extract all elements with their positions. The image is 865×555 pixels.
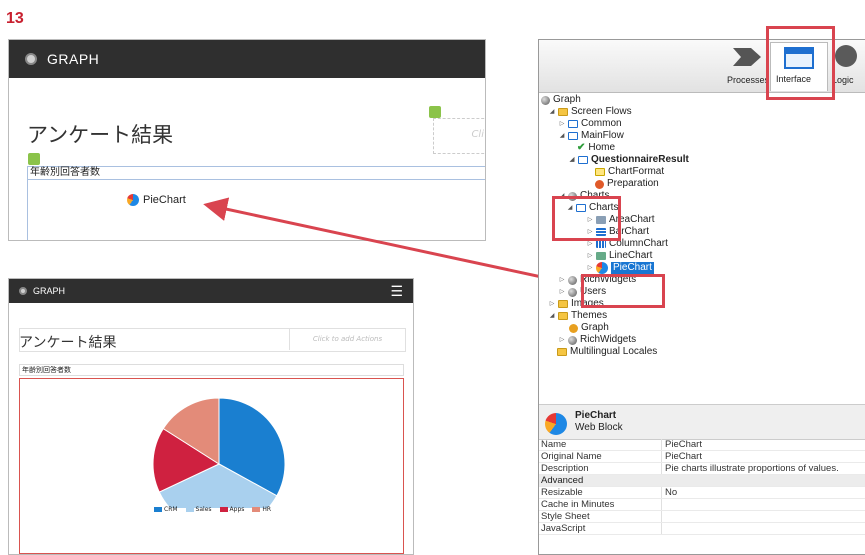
pie-chart-icon [596, 262, 608, 274]
tree-item-theme-richwidgets[interactable]: ▷ RichWidgets [539, 334, 689, 346]
globe-icon [568, 275, 577, 285]
preparation-icon [595, 179, 604, 189]
tree-item-mainflow[interactable]: ◢ MainFlow [539, 130, 689, 142]
tree-item-questionnaireresult[interactable]: ◢ QuestionnaireResult [539, 154, 689, 166]
folder-icon [558, 108, 568, 116]
expanded-icon[interactable]: ◢ [549, 310, 555, 322]
theme-icon [569, 323, 578, 333]
collapsed-icon[interactable]: ▷ [559, 334, 565, 346]
highlight-interface-tab [766, 26, 835, 100]
tab-label: Processes [727, 75, 770, 85]
collapsed-icon[interactable]: ▷ [559, 118, 565, 130]
folder-icon [558, 312, 568, 320]
flow-icon [568, 132, 578, 140]
tree-item-graph[interactable]: Graph [539, 94, 689, 106]
expanded-icon[interactable]: ◢ [569, 154, 575, 166]
tree-item-preparation[interactable]: Preparation [539, 178, 689, 190]
check-icon: ✔ [577, 142, 586, 153]
folder-icon [558, 300, 568, 308]
properties-subtitle: Web Block [575, 422, 623, 433]
pie-chart-icon [545, 413, 567, 435]
processes-icon [733, 48, 761, 66]
tree-item-theme-graph[interactable]: Graph [539, 322, 689, 334]
properties-header: PieChart Web Block [539, 404, 865, 440]
collapsed-icon[interactable]: ▷ [559, 286, 565, 298]
column-chart-icon [596, 240, 606, 248]
tree-item-common[interactable]: ▷ Common [539, 118, 689, 130]
flow-icon [568, 120, 578, 128]
property-row[interactable]: Original Name PieChart [539, 451, 865, 463]
tree-item-multilingual[interactable]: Multilingual Locales [539, 346, 689, 358]
expanded-icon[interactable]: ◢ [559, 130, 565, 142]
highlight-piechart [581, 274, 665, 308]
tab-processes[interactable]: Processes [709, 44, 770, 90]
property-row[interactable]: Resizable No [539, 487, 865, 499]
collapsed-icon[interactable]: ▷ [587, 262, 593, 274]
tree-item-chartformat[interactable]: ChartFormat [539, 166, 689, 178]
collapsed-icon[interactable]: ▷ [559, 274, 565, 286]
property-row[interactable]: Description Pie charts illustrate proport… [539, 463, 865, 475]
logic-icon [835, 45, 857, 67]
folder-icon [557, 348, 567, 356]
block-icon [595, 168, 605, 176]
tree-item-piechart[interactable]: ▷ PieChart [539, 262, 689, 274]
globe-icon [568, 335, 577, 345]
property-group-advanced[interactable]: Advanced [539, 475, 865, 487]
line-chart-icon [596, 252, 606, 260]
collapsed-icon[interactable]: ▷ [587, 250, 593, 262]
tree-item-themes[interactable]: ◢ Themes [539, 310, 689, 322]
expanded-icon[interactable]: ◢ [549, 106, 555, 118]
tree-item-home[interactable]: ✔ Home [539, 142, 689, 154]
tree-item-screen-flows[interactable]: ◢ Screen Flows [539, 106, 689, 118]
properties-grid: Name PieChart Original Name PieChart Descr… [539, 439, 865, 535]
properties-title: PieChart [575, 410, 617, 421]
property-row[interactable]: Cache in Minutes [539, 499, 865, 511]
tab-label: Logic [832, 75, 854, 85]
property-row[interactable]: JavaScript [539, 523, 865, 535]
property-row[interactable]: Style Sheet [539, 511, 865, 523]
property-row[interactable]: Name PieChart [539, 439, 865, 451]
tree-item-linechart[interactable]: ▷ LineChart [539, 250, 689, 262]
collapsed-icon[interactable]: ▷ [549, 298, 555, 310]
globe-icon [541, 95, 550, 105]
globe-icon [568, 287, 577, 297]
screen-icon [578, 156, 588, 164]
highlight-charts [552, 196, 621, 241]
